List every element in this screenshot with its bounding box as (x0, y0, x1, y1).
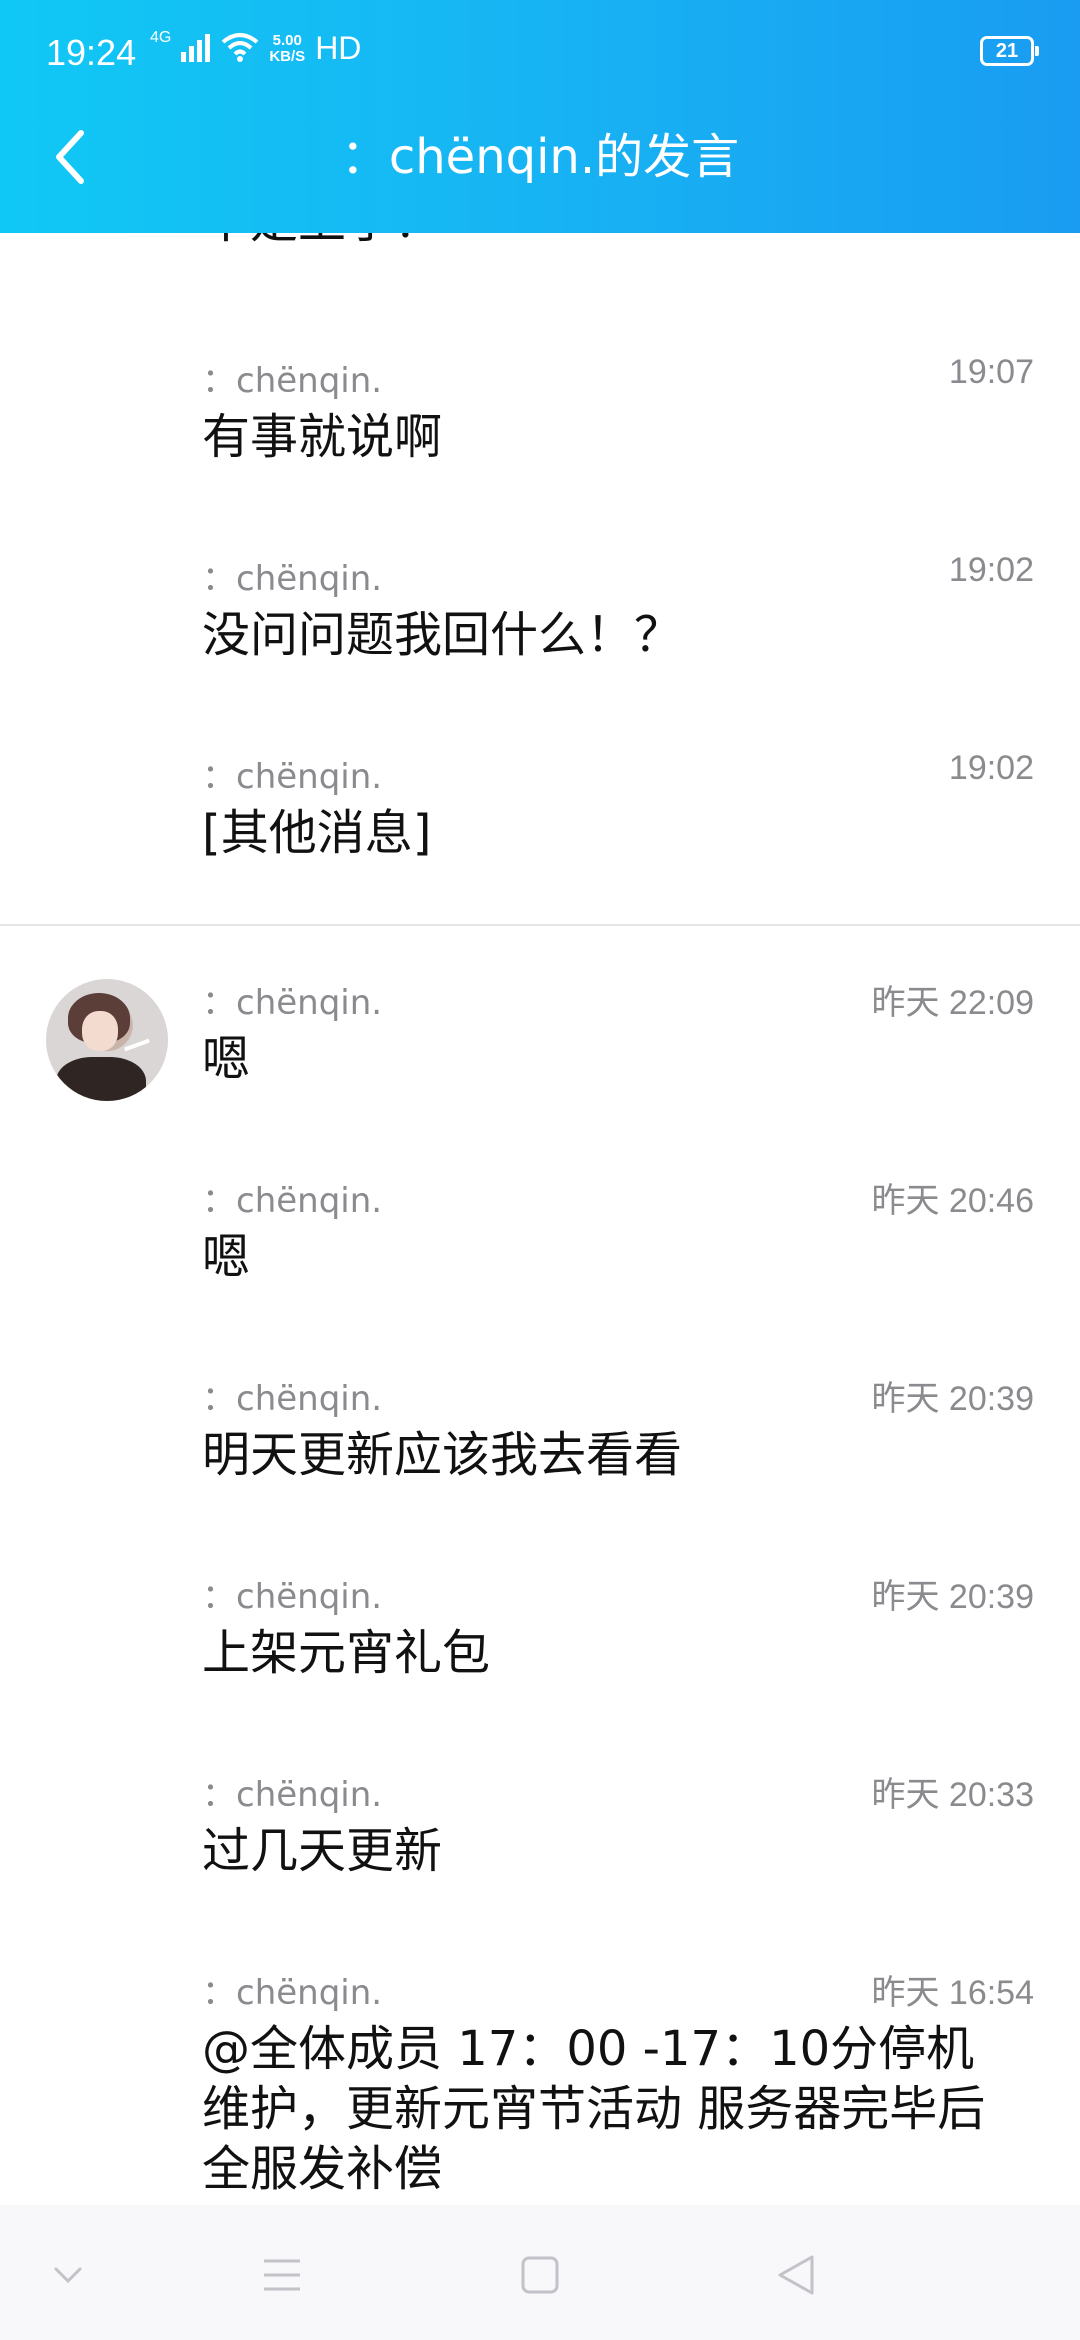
message-sender: ：chënqin. (202, 1577, 383, 1617)
nav-home-button[interactable] (510, 2245, 570, 2305)
hd-label: HD (315, 30, 362, 66)
avatar-cigarette (124, 1038, 150, 1052)
network-speed-unit: KB/S (269, 47, 306, 65)
system-nav-bar (0, 2205, 1080, 2340)
battery-icon: 21 (980, 36, 1039, 66)
message-text: 嗯 (202, 1031, 251, 1087)
menu-icon (264, 2259, 300, 2291)
avatar-face (82, 1011, 118, 1051)
signal-icon (181, 32, 211, 66)
message-text: 明天更新应该我去看看 (202, 1427, 683, 1483)
message-sender: ：chënqin. (202, 1775, 383, 1815)
message-time: 昨天 20:33 (871, 1776, 1034, 1814)
message-time: 19:02 (948, 551, 1034, 589)
message-text: 过几天更新 (202, 1823, 443, 1879)
message-sender: ：chënqin. (202, 983, 383, 1023)
message-text: 上架元宵礼包 (202, 1625, 491, 1681)
chevron-down-icon (54, 2267, 82, 2284)
message-time: 昨天 20:46 (871, 1182, 1034, 1220)
status-bar: 19:24 4G 5.00 KB/S HD 21 (0, 0, 1080, 106)
message-text: 没问问题我回什么！？ (202, 607, 683, 663)
avatar-coat (56, 1057, 146, 1101)
back-triangle-icon (778, 2255, 814, 2295)
message-sender: ：chënqin. (202, 1181, 383, 1221)
battery-level: 21 (995, 39, 1019, 62)
network-speed: 5.00 KB/S (269, 31, 306, 65)
status-icons: 4G 5.00 KB/S HD (150, 30, 361, 67)
message-time: 19:02 (948, 749, 1034, 787)
avatar[interactable] (46, 979, 168, 1101)
message-time: 昨天 22:09 (871, 984, 1034, 1022)
message-sender: ：chënqin. (202, 361, 383, 401)
date-divider (0, 924, 1080, 926)
message-time: 19:07 (948, 353, 1034, 391)
message-text: 嗯 (202, 1229, 251, 1285)
network-speed-value: 5.00 (272, 31, 302, 49)
message-text: 有事就说啊 (202, 409, 443, 465)
message-sender: ：chënqin. (202, 1973, 383, 2013)
nav-back-button[interactable] (766, 2245, 826, 2305)
app-header: 19:24 4G 5.00 KB/S HD 21 ：chënqin.的发言 (0, 0, 1080, 233)
message-time: 昨天 20:39 (871, 1380, 1034, 1418)
message-text: 不是上了？ (202, 233, 1002, 251)
message-sender: ：chënqin. (202, 1379, 383, 1419)
page-title: ：chënqin.的发言 (340, 129, 740, 185)
nav-collapse-button[interactable] (38, 2245, 98, 2305)
network-type-label: 4G (150, 29, 172, 46)
status-time: 19:24 (46, 32, 137, 73)
message-sender: ：chënqin. (202, 757, 383, 797)
message-time: 昨天 16:54 (871, 1974, 1034, 2012)
message-sender: ：chënqin. (202, 559, 383, 599)
message-text: [其他消息] (202, 805, 432, 861)
wifi-icon (221, 32, 259, 66)
message-time: 昨天 20:39 (871, 1578, 1034, 1616)
message-text: @全体成员 17：00 -17：10分停机维护，更新元宵节活动 服务器完毕后全服… (202, 2021, 986, 2197)
nav-menu-button[interactable] (252, 2245, 312, 2305)
message-list[interactable]: 不是上了？ ：chënqin. 19:07 有事就说啊 ：chënqin. 19… (0, 233, 1080, 2205)
home-square-icon (521, 2256, 559, 2294)
